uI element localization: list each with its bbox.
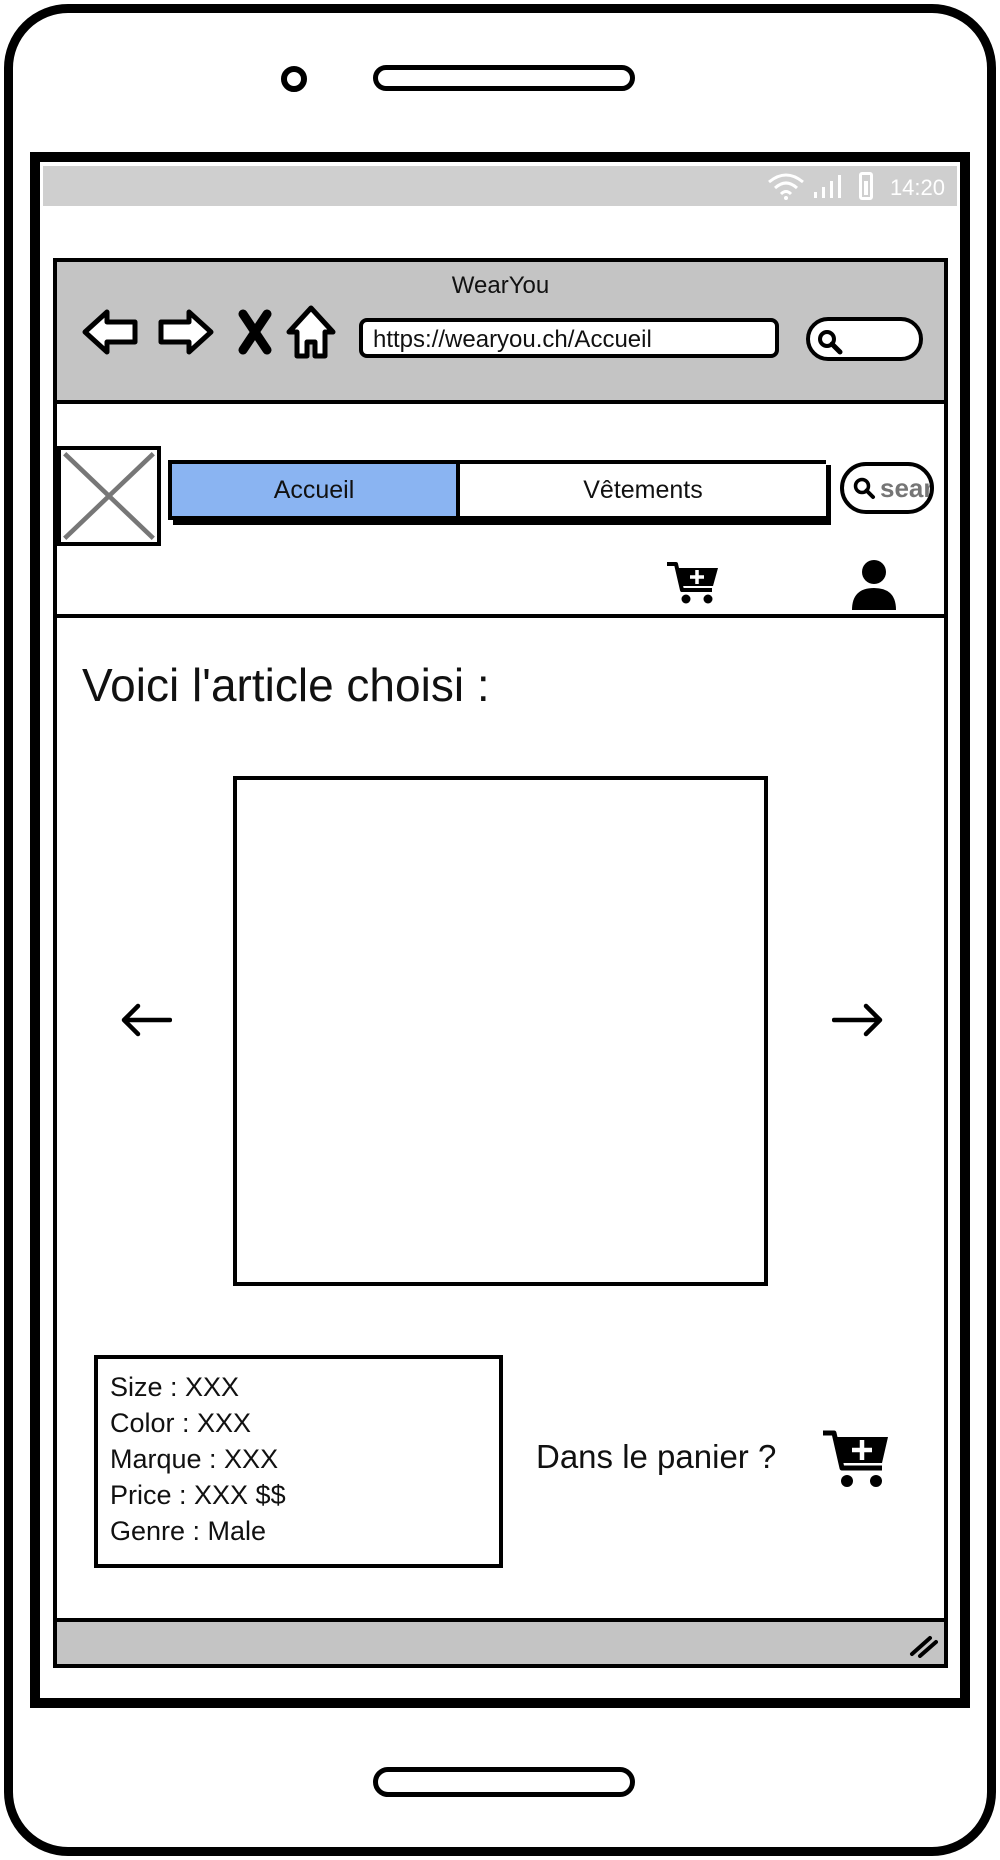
add-to-cart-label: Dans le panier ? (536, 1438, 777, 1475)
user-icon[interactable] (849, 558, 899, 610)
cart-add-icon[interactable] (822, 1428, 890, 1490)
stop-icon[interactable] (223, 302, 287, 362)
site-search-input[interactable] (876, 472, 930, 504)
phone-home-button[interactable] (373, 1767, 635, 1797)
product-details: Size : XXX Color : XXX Marque : XXX Pric… (94, 1355, 503, 1568)
detail-gender: Genre : Male (110, 1516, 267, 1546)
page-title: Voici l'article choisi : (82, 659, 490, 711)
arrow-right-icon[interactable] (828, 990, 888, 1050)
header-divider (57, 614, 944, 618)
browser-toolbar: WearYou https://wearyou.ch/Accueil (57, 262, 944, 404)
arrow-left-icon[interactable] (116, 990, 176, 1050)
main-nav: Accueil Vêtements (168, 460, 826, 520)
browser-search-field[interactable] (806, 317, 923, 361)
home-icon[interactable] (279, 302, 343, 362)
speaker-grille (373, 65, 635, 91)
browser-status-bar (57, 1618, 944, 1664)
resize-grip-icon[interactable] (908, 1630, 938, 1658)
cart-add-icon[interactable] (666, 560, 720, 606)
battery-icon (859, 172, 873, 200)
back-arrow-icon[interactable] (79, 302, 143, 362)
status-time: 14:20 (889, 175, 945, 200)
site-search-field[interactable] (840, 462, 934, 514)
logo-placeholder-icon (57, 446, 161, 546)
forward-arrow-icon[interactable] (153, 302, 217, 362)
wifi-icon (768, 173, 804, 200)
detail-size: Size : XXX (110, 1372, 240, 1402)
status-bar: 14:20 (43, 166, 957, 206)
url-bar[interactable]: https://wearyou.ch/Accueil (359, 318, 779, 358)
search-icon (818, 330, 843, 355)
detail-color: Color : XXX (110, 1408, 252, 1438)
detail-brand: Marque : XXX (110, 1444, 279, 1474)
product-image (233, 776, 768, 1286)
signal-icon (814, 175, 841, 198)
tab-accueil[interactable]: Accueil (172, 464, 460, 516)
camera-icon (281, 66, 307, 92)
window-title: WearYou (451, 272, 550, 299)
detail-price: Price : XXX $$ (110, 1480, 286, 1510)
search-icon (853, 477, 875, 499)
tab-vetements[interactable]: Vêtements (460, 464, 826, 516)
